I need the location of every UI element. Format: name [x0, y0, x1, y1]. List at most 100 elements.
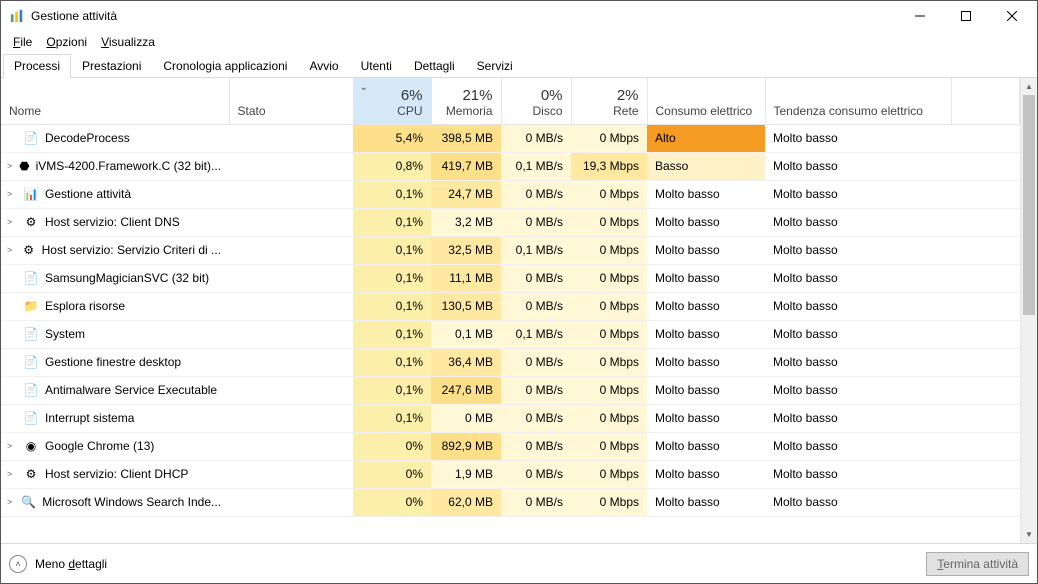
network-cell: 0 Mbps	[571, 320, 647, 348]
memory-cell: 3,2 MB	[431, 208, 501, 236]
expand-icon[interactable]: >	[7, 161, 13, 171]
tab-users[interactable]: Utenti	[350, 54, 403, 78]
disk-cell: 0 MB/s	[501, 180, 571, 208]
power-cell: Molto basso	[647, 208, 765, 236]
power-cell: Molto basso	[647, 320, 765, 348]
disk-cell: 0 MB/s	[501, 264, 571, 292]
process-name-cell: >📊Gestione attività	[1, 180, 229, 208]
col-power[interactable]: Consumo elettrico	[647, 78, 765, 124]
expand-icon[interactable]: >	[7, 189, 17, 199]
table-row[interactable]: 📄SamsungMagicianSVC (32 bit)0,1%11,1 MB0…	[1, 264, 1020, 292]
maximize-button[interactable]	[943, 1, 989, 31]
cpu-cell: 5,4%	[353, 124, 431, 152]
cpu-cell: 0,1%	[353, 292, 431, 320]
disk-cell: 0,1 MB/s	[501, 320, 571, 348]
table-row[interactable]: >⚙Host servizio: Servizio Criteri di ...…	[1, 236, 1020, 264]
network-cell: 0 Mbps	[571, 208, 647, 236]
table-row[interactable]: 📄Gestione finestre desktop0,1%36,4 MB0 M…	[1, 348, 1020, 376]
close-button[interactable]	[989, 1, 1035, 31]
state-cell	[229, 404, 353, 432]
tab-startup[interactable]: Avvio	[298, 54, 349, 78]
memory-cell: 398,5 MB	[431, 124, 501, 152]
table-row[interactable]: >⚙Host servizio: Client DNS0,1%3,2 MB0 M…	[1, 208, 1020, 236]
process-icon: ⚙	[22, 242, 36, 258]
table-row[interactable]: 📄Interrupt sistema0,1%0 MB0 MB/s0 MbpsMo…	[1, 404, 1020, 432]
end-task-button[interactable]: Termina attività	[926, 552, 1029, 576]
tab-processes[interactable]: Processi	[3, 54, 71, 78]
power-trend-cell: Molto basso	[765, 124, 951, 152]
col-disk[interactable]: 0%Disco	[501, 78, 571, 124]
state-cell	[229, 152, 353, 180]
minimize-button[interactable]	[897, 1, 943, 31]
table-row[interactable]: 📄Antimalware Service Executable0,1%247,6…	[1, 376, 1020, 404]
disk-cell: 0 MB/s	[501, 488, 571, 516]
cpu-cell: 0,1%	[353, 320, 431, 348]
tab-app-history[interactable]: Cronologia applicazioni	[152, 54, 298, 78]
menu-options[interactable]: Opzioni	[40, 33, 93, 51]
menu-view[interactable]: Visualizza	[95, 33, 161, 51]
cpu-cell: 0%	[353, 432, 431, 460]
fewer-details-button[interactable]: ˄ Meno dettagli	[9, 555, 107, 573]
network-cell: 0 Mbps	[571, 460, 647, 488]
col-power-trend[interactable]: Tendenza consumo elettrico	[765, 78, 951, 124]
process-name-cell: >⬣iVMS-4200.Framework.C (32 bit)...	[1, 152, 229, 180]
tab-details[interactable]: Dettagli	[403, 54, 466, 78]
memory-cell: 0,1 MB	[431, 320, 501, 348]
content-area: Nome Stato ⌄6%CPU 21%Memoria 0%Disco 2%R…	[1, 78, 1037, 543]
col-network[interactable]: 2%Rete	[571, 78, 647, 124]
table-row[interactable]: >📊Gestione attività0,1%24,7 MB0 MB/s0 Mb…	[1, 180, 1020, 208]
table-row[interactable]: >⬣iVMS-4200.Framework.C (32 bit)...0,8%4…	[1, 152, 1020, 180]
state-cell	[229, 180, 353, 208]
power-trend-cell: Molto basso	[765, 236, 951, 264]
network-cell: 0 Mbps	[571, 376, 647, 404]
tab-services[interactable]: Servizi	[466, 54, 524, 78]
expand-icon[interactable]: >	[7, 441, 17, 451]
table-row[interactable]: >⚙Host servizio: Client DHCP0%1,9 MB0 MB…	[1, 460, 1020, 488]
process-name-cell: 📄Interrupt sistema	[1, 404, 229, 432]
tab-performance[interactable]: Prestazioni	[71, 54, 152, 78]
task-manager-window: Gestione attività File Opzioni Visualizz…	[0, 0, 1038, 584]
state-cell	[229, 292, 353, 320]
titlebar[interactable]: Gestione attività	[1, 1, 1037, 31]
power-trend-cell: Molto basso	[765, 488, 951, 516]
col-name[interactable]: Nome	[1, 78, 229, 124]
power-cell: Molto basso	[647, 432, 765, 460]
cpu-cell: 0%	[353, 488, 431, 516]
expand-icon[interactable]: >	[7, 217, 17, 227]
network-cell: 0 Mbps	[571, 264, 647, 292]
scroll-down-icon[interactable]: ▼	[1021, 526, 1037, 543]
expand-icon[interactable]: >	[7, 469, 17, 479]
disk-cell: 0 MB/s	[501, 404, 571, 432]
menu-file[interactable]: File	[7, 33, 38, 51]
footer: ˄ Meno dettagli Termina attività	[1, 543, 1037, 583]
process-icon: 📄	[23, 354, 39, 370]
memory-cell: 24,7 MB	[431, 180, 501, 208]
vertical-scrollbar[interactable]: ▲ ▼	[1020, 78, 1037, 543]
process-name: System	[45, 327, 85, 341]
col-state[interactable]: Stato	[229, 78, 353, 124]
process-icon: ⬣	[19, 158, 29, 174]
state-cell	[229, 348, 353, 376]
power-cell: Alto	[647, 124, 765, 152]
col-memory[interactable]: 21%Memoria	[431, 78, 501, 124]
col-cpu[interactable]: ⌄6%CPU	[353, 78, 431, 124]
table-row[interactable]: 📁Esplora risorse0,1%130,5 MB0 MB/s0 Mbps…	[1, 292, 1020, 320]
process-icon: 📄	[23, 270, 39, 286]
process-name-cell: 📄DecodeProcess	[1, 124, 229, 152]
power-trend-cell: Molto basso	[765, 432, 951, 460]
scroll-up-icon[interactable]: ▲	[1021, 78, 1037, 95]
state-cell	[229, 124, 353, 152]
memory-cell: 11,1 MB	[431, 264, 501, 292]
expand-icon[interactable]: >	[7, 497, 15, 507]
network-cell: 0 Mbps	[571, 236, 647, 264]
app-icon	[9, 8, 25, 24]
table-row[interactable]: 📄System0,1%0,1 MB0,1 MB/s0 MbpsMolto bas…	[1, 320, 1020, 348]
power-trend-cell: Molto basso	[765, 460, 951, 488]
table-row[interactable]: >◉Google Chrome (13)0%892,9 MB0 MB/s0 Mb…	[1, 432, 1020, 460]
table-row[interactable]: >🔍Microsoft Windows Search Inde...0%62,0…	[1, 488, 1020, 516]
table-row[interactable]: 📄DecodeProcess5,4%398,5 MB0 MB/s0 MbpsAl…	[1, 124, 1020, 152]
expand-icon[interactable]: >	[7, 245, 16, 255]
process-name-cell: 📄Gestione finestre desktop	[1, 348, 229, 376]
scrollbar-thumb[interactable]	[1023, 95, 1035, 315]
process-icon: 📄	[23, 410, 39, 426]
